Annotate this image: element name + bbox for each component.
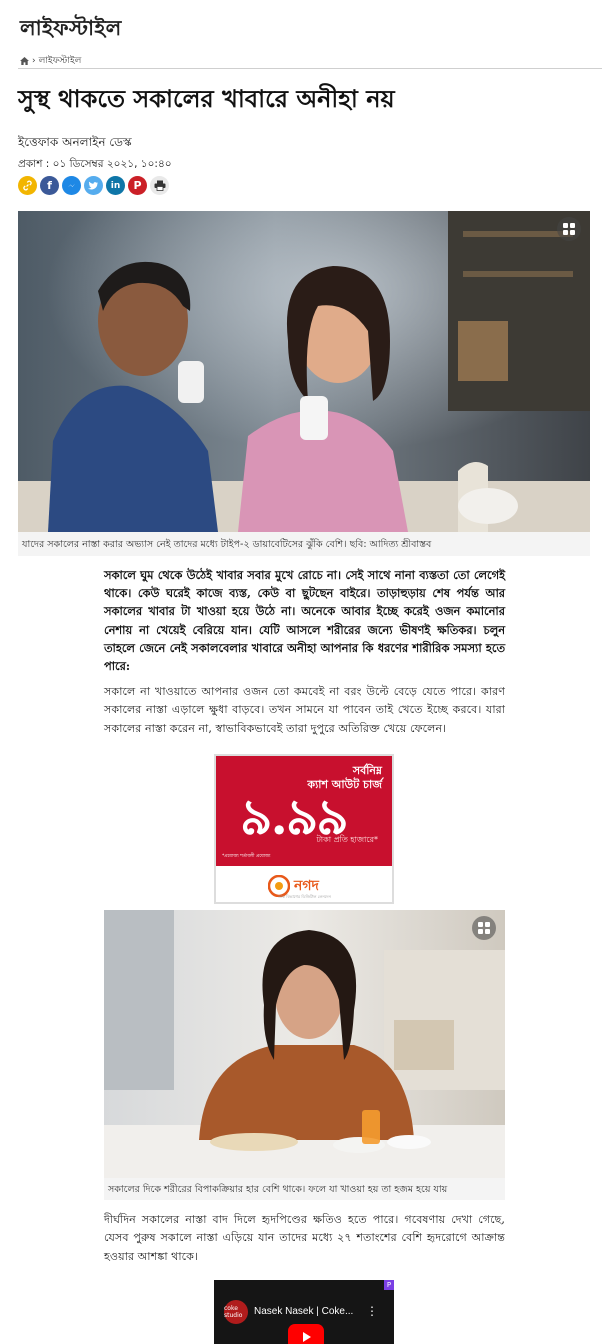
publish-date: প্রকাশ : ০১ ডিসেম্বর ২০২১, ১০:৪০ xyxy=(18,158,172,170)
play-button-icon[interactable] xyxy=(288,1324,324,1344)
print-icon[interactable] xyxy=(150,176,169,195)
gallery-icon[interactable] xyxy=(472,916,496,940)
article-image[interactable] xyxy=(104,910,505,1178)
hero-caption: যাদের সকালের নাস্তা করার অভ্যাস নেই তাদে… xyxy=(18,532,590,556)
hero-photo xyxy=(18,211,590,532)
article-lead: সকালে ঘুম থেকে উঠেই খাবার সবার মুখে রোচে… xyxy=(104,568,505,674)
twitter-icon[interactable] xyxy=(84,176,103,195)
article-paragraph: দীর্ঘদিন সকালের নাস্তা বাদ দিলে হৃদপিণ্ড… xyxy=(104,1213,505,1263)
byline: ইত্তেফাক অনলাইন ডেস্ক xyxy=(18,135,132,149)
facebook-icon[interactable]: f xyxy=(40,176,59,195)
video-title[interactable]: Nasek Nasek | Coke... xyxy=(254,1306,353,1317)
divider xyxy=(18,68,602,69)
hero-image[interactable] xyxy=(18,211,590,532)
breadcrumb: › লাইফস্টাইল xyxy=(20,53,81,68)
linkedin-icon[interactable]: in xyxy=(106,176,125,195)
ad-tagline: ডাক বিভাগের ডিজিটাল লেনদেন xyxy=(278,894,331,899)
breadcrumb-current[interactable]: লাইফস্টাইল xyxy=(39,53,82,68)
ad-amount: ৯.৯৯ xyxy=(240,787,349,846)
channel-logo-icon[interactable]: coke studio xyxy=(224,1300,248,1324)
home-icon[interactable] xyxy=(20,56,29,65)
section-title[interactable]: লাইফস্টাইল xyxy=(20,12,122,47)
ad-choice-icon[interactable]: P xyxy=(384,1280,394,1290)
ad-fine-print: *প্রযোজ্য শর্তাবলী প্রযোজ্য xyxy=(222,854,271,859)
article-headline: সুস্থ থাকতে সকালের খাবারে অনীহা নয় xyxy=(18,84,395,113)
messenger-icon[interactable] xyxy=(62,176,81,195)
advertisement-banner[interactable]: সর্বনিম্ন ক্যাশ আউট চার্জ ৯.৯৯ টাকা প্রত… xyxy=(214,754,394,904)
video-embed[interactable]: P coke studio Nasek Nasek | Coke... ⋮ xyxy=(214,1280,394,1344)
image-caption: সকালের দিকে শরীরের বিপাকক্রিয়ার হার বেশ… xyxy=(104,1178,505,1200)
gallery-icon[interactable] xyxy=(557,217,581,241)
article-paragraph: সকালে না খাওয়াতে আপনার ওজন তো কমবেই না … xyxy=(104,685,505,735)
share-bar: f in P xyxy=(18,176,169,195)
ad-unit: টাকা প্রতি হাজারে* xyxy=(316,835,378,844)
breadcrumb-separator: › xyxy=(32,55,36,66)
pinterest-icon[interactable]: P xyxy=(128,176,147,195)
woman-photo xyxy=(104,910,505,1178)
link-icon[interactable] xyxy=(18,176,37,195)
more-options-icon[interactable]: ⋮ xyxy=(366,1304,378,1318)
